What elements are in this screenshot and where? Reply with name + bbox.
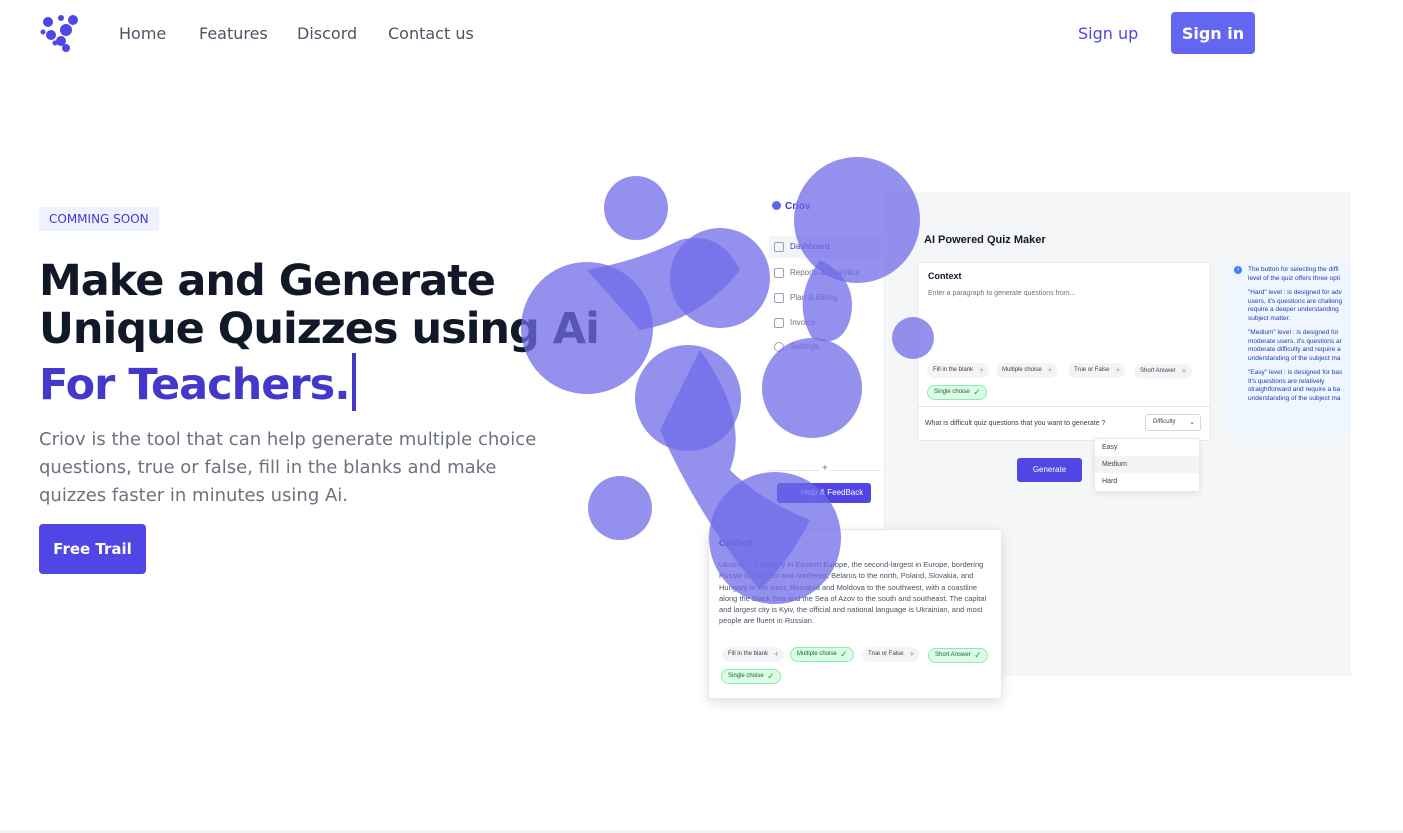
pill-fill-blank[interactable]: Fill in the blank + bbox=[927, 363, 990, 378]
context-card: Context Enter a paragraph to generate qu… bbox=[917, 262, 1211, 441]
divider bbox=[918, 406, 1210, 407]
nav-contact[interactable]: Contact us bbox=[388, 24, 474, 43]
pill-label: Short Answer bbox=[935, 652, 971, 658]
nav-discord[interactable]: Discord bbox=[297, 24, 357, 43]
pill-label: True or False bbox=[1074, 367, 1110, 373]
mock-sidebar-billing[interactable]: Plan & Billing bbox=[769, 287, 881, 309]
pill-single-choice[interactable]: Single choise ✓ bbox=[927, 385, 987, 400]
float-pill-fill-blank[interactable]: Fill in the blank + bbox=[722, 647, 785, 662]
pill-multiple-choice[interactable]: Multiple choise + bbox=[996, 363, 1058, 378]
generate-button[interactable]: Generate bbox=[1017, 458, 1082, 482]
help-feedback-label: Help & FeedBack bbox=[801, 488, 864, 497]
dropdown-easy[interactable]: Easy bbox=[1095, 439, 1199, 456]
pill-label: Single choise bbox=[728, 673, 764, 679]
nav-features[interactable]: Features bbox=[199, 24, 268, 43]
info-medium: "Medium" level : is designed for moderat… bbox=[1248, 329, 1342, 362]
difficulty-dropdown: Easy Medium Hard bbox=[1094, 438, 1200, 492]
pill-label: Single choise bbox=[934, 389, 970, 395]
float-pill-short-answer[interactable]: Short Answer ✓ bbox=[928, 648, 988, 663]
headline-line-3: For Teachers. bbox=[39, 360, 351, 410]
chevron-down-icon: ⌄ bbox=[1189, 419, 1195, 426]
check-icon: ✓ bbox=[767, 671, 775, 681]
chart-icon bbox=[774, 268, 784, 278]
mock-sidebar-invoice[interactable]: Invoice bbox=[769, 312, 881, 334]
hero-headline: Make and Generate Unique Quizzes using A… bbox=[39, 257, 659, 411]
hero-description: Criov is the tool that can help generate… bbox=[39, 429, 537, 506]
headline-line-1: Make and Generate bbox=[39, 256, 496, 306]
float-pill-true-false[interactable]: True or False + bbox=[862, 647, 920, 662]
mock-sidebar-reports[interactable]: Reports & Analytics bbox=[769, 262, 881, 284]
check-icon: ✓ bbox=[974, 650, 982, 660]
plus-icon: + bbox=[978, 365, 985, 375]
logo-icon[interactable] bbox=[39, 13, 81, 53]
difficulty-question: What is difficult quiz questions that yo… bbox=[925, 420, 1106, 427]
invoice-icon bbox=[774, 318, 784, 328]
float-context-label: Context bbox=[719, 538, 753, 548]
headline-line-2: Unique Quizzes using Ai bbox=[39, 304, 600, 354]
dropdown-hard[interactable]: Hard bbox=[1095, 473, 1199, 490]
nav-home[interactable]: Home bbox=[119, 24, 166, 43]
signup-link[interactable]: Sign up bbox=[1078, 24, 1138, 43]
signin-button[interactable]: Sign in bbox=[1171, 12, 1255, 54]
info-hard: "Hard" level : is designed for adv users… bbox=[1248, 289, 1343, 322]
mock-brand-label: Criov bbox=[785, 201, 811, 212]
check-icon: ✓ bbox=[973, 387, 981, 397]
mock-sidebar-label: Reports & Analytics bbox=[790, 268, 860, 277]
mock-sidebar-label: Settings bbox=[790, 342, 819, 351]
mock-sidebar-settings[interactable]: Settings bbox=[769, 336, 881, 358]
plus-icon: + bbox=[1115, 365, 1121, 375]
info-easy: "Easy" level : is designed for bas It's … bbox=[1248, 369, 1343, 402]
logo-icon bbox=[772, 201, 781, 210]
float-pill-multiple-choice[interactable]: Multiple choise ✓ bbox=[790, 647, 854, 662]
pill-label: Short Answer bbox=[1140, 368, 1176, 374]
difficulty-select[interactable]: Difficulty ⌄ bbox=[1145, 414, 1201, 431]
free-trial-button[interactable]: Free Trail bbox=[39, 524, 146, 574]
typing-caret bbox=[351, 353, 356, 411]
mock-sidebar-dashboard[interactable]: Dashboard bbox=[769, 236, 881, 258]
difficulty-info-card: i The button for selecting the diffi lev… bbox=[1227, 262, 1351, 434]
mock-sidebar-label: Plan & Billing bbox=[790, 293, 838, 302]
info-icon: i bbox=[1234, 266, 1242, 274]
difficulty-select-label: Difficulty bbox=[1153, 419, 1176, 425]
gear-icon bbox=[774, 342, 784, 352]
mock-sidebar-label: Invoice bbox=[790, 318, 816, 327]
mock-page-title: AI Powered Quiz Maker bbox=[924, 234, 1046, 246]
float-pill-single-choice[interactable]: Single choise ✓ bbox=[721, 669, 781, 684]
floating-context-card: Context Ukraine is a country in Eastern … bbox=[708, 529, 1002, 699]
mock-brand: Criov bbox=[772, 201, 811, 212]
help-feedback-button[interactable]: Help & FeedBack bbox=[777, 483, 871, 503]
check-icon: ✓ bbox=[840, 649, 848, 659]
pill-label: Fill in the blank bbox=[933, 367, 974, 373]
context-input[interactable]: Enter a paragraph to generate questions … bbox=[928, 290, 1075, 297]
coming-soon-badge: COMMING SOON bbox=[39, 207, 159, 231]
float-context-text: Ukraine is a country in Eastern Europe, … bbox=[719, 560, 987, 626]
dropdown-medium[interactable]: Medium bbox=[1095, 456, 1199, 473]
pill-label: True or False bbox=[868, 651, 904, 657]
plus-icon: + bbox=[773, 649, 780, 659]
pill-true-false[interactable]: True or False + bbox=[1068, 363, 1126, 378]
card-icon bbox=[774, 293, 784, 303]
info-intro: The button for selecting the diffi level… bbox=[1248, 266, 1341, 282]
plus-icon[interactable]: + bbox=[820, 463, 830, 474]
plus-icon: + bbox=[909, 649, 915, 659]
mock-sidebar-label: Dashboard bbox=[790, 242, 830, 251]
pill-label: Fill in the blank bbox=[728, 651, 769, 657]
pill-short-answer[interactable]: Short Answer + bbox=[1134, 364, 1192, 379]
home-icon bbox=[774, 242, 784, 252]
context-label: Context bbox=[928, 271, 962, 281]
plus-icon: + bbox=[1047, 365, 1053, 375]
plus-icon: + bbox=[1181, 366, 1187, 376]
pill-label: Multiple choise bbox=[1002, 367, 1042, 373]
top-nav: Home Features Discord Contact us Sign up… bbox=[0, 0, 1403, 66]
pill-label: Multiple choise bbox=[797, 651, 837, 657]
